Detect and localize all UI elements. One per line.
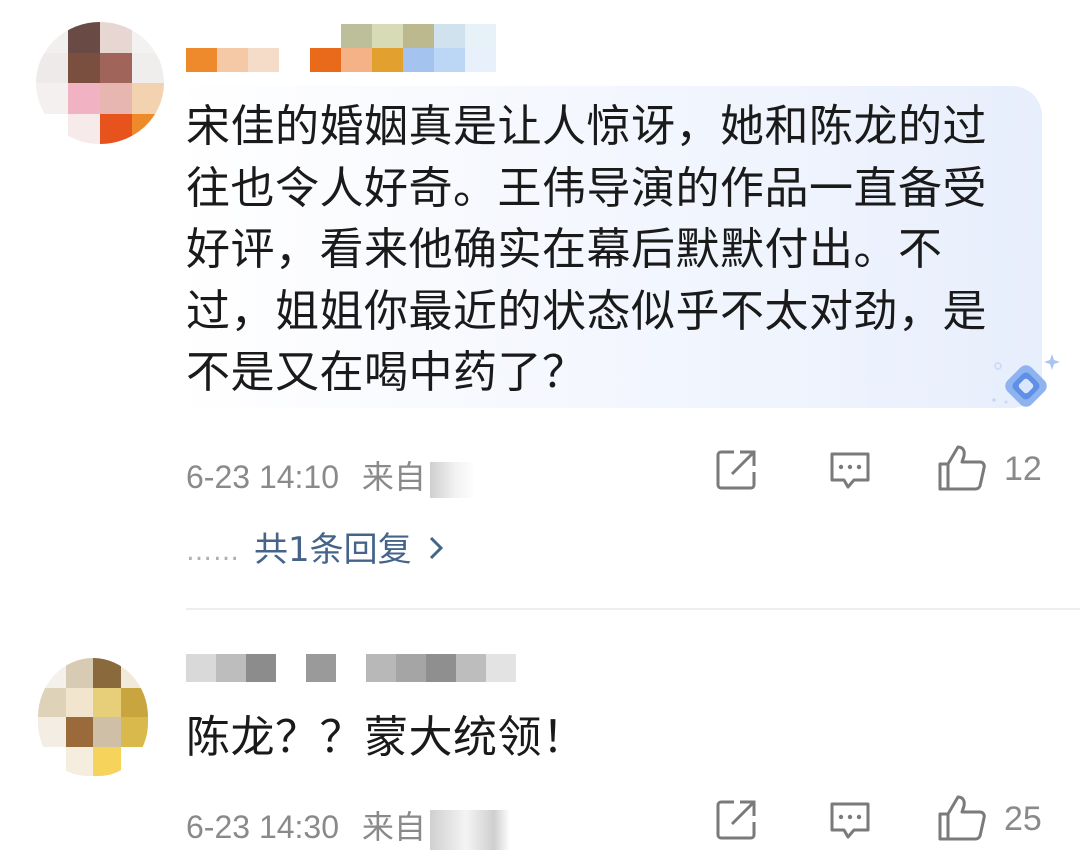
avatar[interactable]	[38, 658, 148, 776]
source-label: 来自	[361, 459, 426, 495]
chevron-right-icon	[429, 536, 443, 560]
comment-meta: 6-23 14:10 来自	[186, 452, 476, 498]
source-label: 来自	[361, 809, 426, 845]
username[interactable]	[186, 654, 516, 688]
comment-meta: 6-23 14:30 来自	[186, 802, 510, 850]
replies-label: 共1条回复	[254, 530, 412, 570]
like-count: 25	[1004, 800, 1042, 838]
comment-text: 陈龙？？蒙大统领！	[186, 712, 587, 763]
view-replies-link[interactable]: …… 共1条回复	[186, 522, 444, 571]
comment-text: 宋佳的婚姻真是让人惊讶，她和陈龙的过往也令人好奇。王伟导演的作品一直备受好评，看…	[186, 101, 987, 398]
username[interactable]	[186, 24, 496, 72]
comment-icon[interactable]	[826, 796, 874, 844]
diamond-badge-icon	[992, 354, 1060, 407]
source-blur	[429, 461, 476, 498]
share-icon[interactable]	[712, 796, 760, 844]
share-icon[interactable]	[712, 446, 760, 494]
timestamp: 6-23 14:30	[186, 809, 340, 845]
replies-dots: ……	[186, 536, 240, 567]
avatar[interactable]	[36, 22, 164, 144]
timestamp: 6-23 14:10	[186, 459, 340, 495]
comment-icon[interactable]	[826, 446, 874, 494]
like-count: 12	[1004, 450, 1042, 488]
divider	[186, 608, 1080, 610]
like-icon[interactable]	[936, 792, 988, 844]
like-icon[interactable]	[936, 442, 988, 494]
source-blur	[429, 809, 510, 850]
